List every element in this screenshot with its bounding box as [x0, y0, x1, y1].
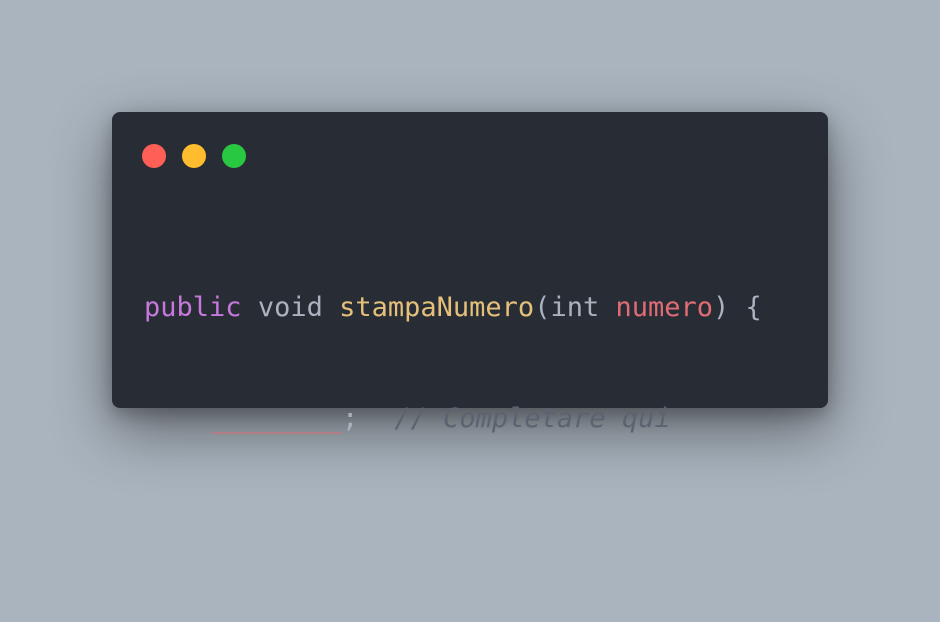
code-line-3: }	[144, 511, 762, 548]
semicolon: ;	[342, 403, 359, 434]
code-line-1: public void stampaNumero(int numero) {	[144, 289, 762, 326]
maximize-window-icon[interactable]	[222, 144, 246, 168]
fill-in-blank[interactable]: ________	[212, 403, 342, 434]
param-type: int	[550, 292, 600, 323]
return-type: void	[257, 292, 323, 323]
code-line-2: ________; // Completare qui	[144, 400, 762, 437]
code-block: public void stampaNumero(int numero) { _…	[144, 215, 762, 622]
close-paren-brace: ) {	[713, 292, 762, 323]
function-name: stampaNumero	[339, 292, 535, 323]
close-window-icon[interactable]	[142, 144, 166, 168]
code-window: public void stampaNumero(int numero) { _…	[112, 112, 828, 545]
keyword-public: public	[144, 292, 242, 323]
param-name: numero	[615, 292, 714, 323]
closing-brace: }	[144, 514, 161, 545]
open-paren: (	[534, 292, 551, 323]
code-comment: // Completare qui	[394, 403, 671, 434]
minimize-window-icon[interactable]	[182, 144, 206, 168]
